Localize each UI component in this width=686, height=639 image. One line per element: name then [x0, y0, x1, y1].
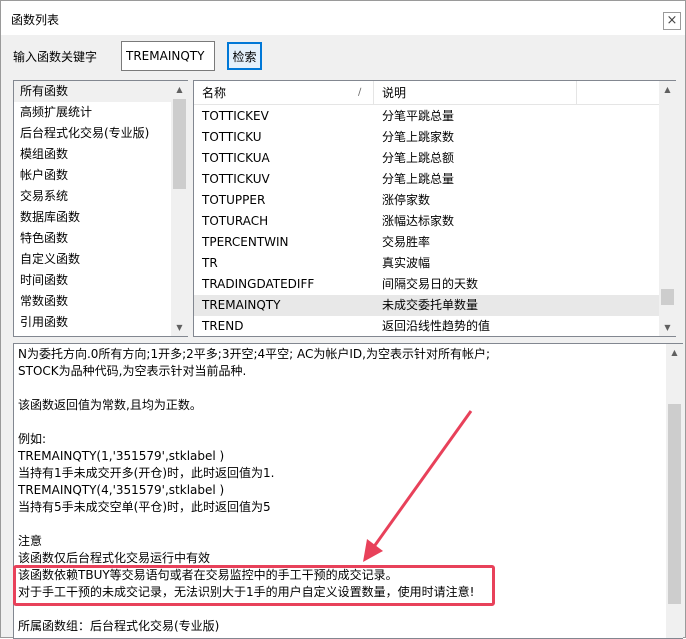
annotation-arrow-icon — [363, 410, 473, 562]
function-list-window: 函数列表 × 输入函数关键字 检索 所有函数 高频扩展统计 后台程式化交易(专业… — [0, 0, 686, 639]
